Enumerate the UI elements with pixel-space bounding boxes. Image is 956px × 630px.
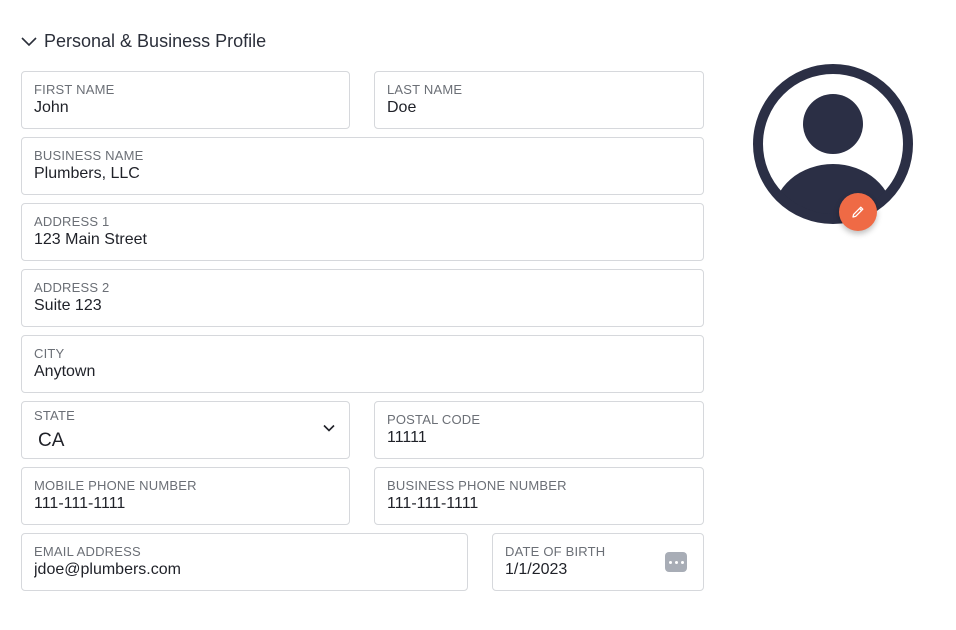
email-label: EMAIL ADDRESS [34, 544, 141, 559]
edit-avatar-button[interactable] [839, 193, 877, 231]
business-name-input[interactable] [34, 165, 691, 183]
state-value: CA [38, 430, 65, 451]
date-picker-button[interactable] [665, 552, 687, 572]
chevron-down-icon [323, 424, 335, 432]
postal-code-input[interactable] [387, 429, 691, 447]
email-input[interactable] [34, 561, 455, 579]
dot-icon [680, 560, 684, 564]
dot-icon [674, 560, 678, 564]
section-title: Personal & Business Profile [44, 31, 267, 51]
business-name-field[interactable]: BUSINESS NAME [21, 137, 704, 195]
first-name-input[interactable] [34, 99, 337, 117]
dob-label: DATE OF BIRTH [505, 544, 606, 559]
address1-field[interactable]: ADDRESS 1 [21, 203, 704, 261]
postal-code-field[interactable]: POSTAL CODE [374, 401, 704, 459]
mobile-phone-field[interactable]: MOBILE PHONE NUMBER [21, 467, 350, 525]
last-name-field[interactable]: LAST NAME [374, 71, 704, 129]
address2-field[interactable]: ADDRESS 2 [21, 269, 704, 327]
business-phone-field[interactable]: BUSINESS PHONE NUMBER [374, 467, 704, 525]
first-name-field[interactable]: FIRST NAME [21, 71, 350, 129]
city-input[interactable] [34, 363, 691, 381]
business-phone-input[interactable] [387, 495, 691, 513]
dot-icon [668, 560, 672, 564]
address2-input[interactable] [34, 297, 691, 315]
address2-label: ADDRESS 2 [34, 280, 110, 295]
last-name-label: LAST NAME [387, 82, 463, 97]
postal-code-label: POSTAL CODE [387, 412, 481, 427]
chevron-down-icon [21, 36, 37, 46]
state-label: STATE [34, 408, 75, 423]
address1-label: ADDRESS 1 [34, 214, 110, 229]
dob-input[interactable] [505, 561, 653, 579]
mobile-phone-label: MOBILE PHONE NUMBER [34, 478, 197, 493]
address1-input[interactable] [34, 231, 691, 249]
pencil-icon [852, 206, 864, 218]
user-avatar-icon [753, 64, 913, 224]
city-label: CITY [34, 346, 65, 361]
email-field[interactable]: EMAIL ADDRESS [21, 533, 468, 591]
business-name-label: BUSINESS NAME [34, 148, 144, 163]
section-toggle[interactable]: Personal & Business Profile [21, 31, 266, 52]
first-name-label: FIRST NAME [34, 82, 115, 97]
dob-field[interactable]: DATE OF BIRTH [492, 533, 704, 591]
last-name-input[interactable] [387, 99, 691, 117]
mobile-phone-input[interactable] [34, 495, 337, 513]
city-field[interactable]: CITY [21, 335, 704, 393]
business-phone-label: BUSINESS PHONE NUMBER [387, 478, 567, 493]
profile-avatar [753, 64, 913, 224]
state-select[interactable]: STATE CA [21, 401, 350, 459]
